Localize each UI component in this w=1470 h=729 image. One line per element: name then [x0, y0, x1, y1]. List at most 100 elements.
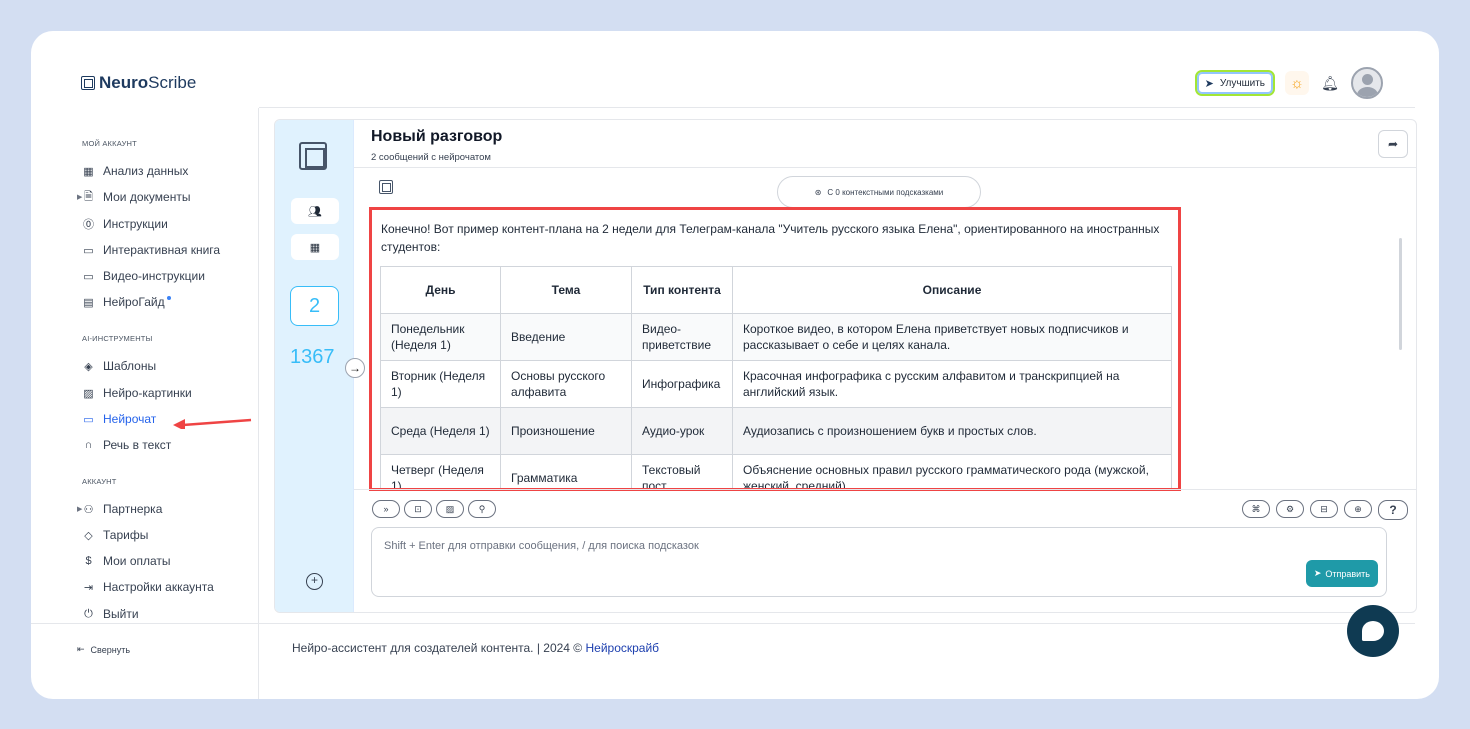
help-icon: ⓪ [83, 219, 94, 231]
grid-toggle-button[interactable]: ▦ [291, 234, 339, 260]
table-row: Вторник (Неделя 1) Основы русского алфав… [380, 360, 1172, 408]
sidebar-item-partner[interactable]: ▶ ⚇ Партнерка [77, 500, 163, 518]
context-hints-button[interactable]: ⊛ С 0 контекстными подсказками [777, 176, 981, 208]
bot-icon[interactable]: ⊕ [1344, 500, 1372, 518]
assistant-message-icon [379, 180, 393, 194]
sidebar-item-instructions[interactable]: ⓪ Инструкции [82, 215, 168, 233]
sidebar-item-video-instructions[interactable]: ▭ Видео-инструкции [82, 267, 205, 285]
table-cell: Введение [500, 313, 632, 361]
grid-icon: ▦ [309, 241, 321, 254]
sidebar-item-tariffs[interactable]: ◇ Тарифы [82, 526, 148, 544]
sidebar-item-label: Инструкции [103, 217, 168, 231]
upgrade-button[interactable]: ➤ Улучшить [1194, 70, 1275, 96]
sidebar-item-label: Настройки аккаунта [103, 580, 214, 594]
table-cell: Видео-приветствие [631, 313, 733, 361]
section-ai-tools: AI-ИНСТРУМЕНТЫ [82, 334, 153, 343]
composer-tools-left: » ⊡ ▨ ⚲ [372, 500, 496, 518]
collapse-sidebar-button[interactable]: ⇤ Свернуть [77, 644, 130, 655]
support-chat-button[interactable] [1347, 605, 1399, 657]
chat-scrollbar[interactable] [1399, 238, 1402, 350]
sidebar-item-label: Видео-инструкции [103, 269, 205, 283]
table-cell: Аудиозапись с произношением букв и прост… [732, 407, 1172, 455]
plugin-icon[interactable]: ⌘ [1242, 500, 1270, 518]
document-icon: 🗎︎ [84, 190, 93, 203]
header-divider [259, 107, 1415, 108]
footer: Нейро-ассистент для создателей контента.… [292, 641, 659, 655]
help-button[interactable]: ? [1378, 500, 1408, 520]
new-chat-plus-icon[interactable]: + [306, 573, 323, 590]
conversation-title: Новый разговор [371, 128, 503, 145]
sidebar-item-payments[interactable]: $ Мои оплаты [82, 552, 170, 570]
context-hint-label: С 0 контекстными подсказками [827, 187, 944, 197]
sidebar-item-neuro-images[interactable]: ▨ Нейро-картинки [82, 384, 191, 402]
video-icon: ▭ [83, 270, 94, 283]
chat-panel: 👥︎ ▦ 2 1367 + → Новый разговор 2 сообщен… [274, 119, 1417, 613]
table-header: Тип контента [631, 266, 733, 314]
dollar-icon: $ [85, 555, 92, 567]
logo-rest: Scribe [148, 73, 197, 92]
sidebar-item-label: Партнерка [103, 502, 163, 516]
users-icon: ⚇ [83, 503, 94, 516]
table-row: Четверг (Неделя 1) Грамматика Текстовый … [380, 454, 1172, 488]
chat-logo-icon [299, 142, 327, 170]
composer-tools-right: ⌘ ⚙ ⊟ ⊕ ? [1242, 500, 1408, 520]
grid-icon: ▦ [83, 165, 94, 178]
sidebar-item-documents[interactable]: ▶ 🗎︎ Мои документы [77, 188, 190, 206]
table-cell: Грамматика [500, 454, 632, 488]
template-icon[interactable]: ⊟ [1310, 500, 1338, 518]
send-button[interactable]: ➤ Отправить [1305, 560, 1378, 587]
table-cell: Аудио-урок [631, 407, 733, 455]
table-header: День [380, 266, 501, 314]
sidebar-item-logout[interactable]: ⏻ Выйти [82, 605, 139, 623]
expand-arrow-button[interactable]: → [345, 358, 365, 378]
table-cell: Инфографика [631, 360, 733, 408]
sidebar-item-neurochat[interactable]: ▭ Нейрочат [82, 410, 156, 428]
collapse-label: Свернуть [90, 644, 131, 655]
magic-wand-icon[interactable]: ⚲ [468, 500, 496, 518]
send-label: Отправить [1325, 568, 1370, 579]
message-intro: Конечно! Вот пример контент-плана на 2 н… [381, 222, 1160, 254]
table-cell: Понедельник (Неделя 1) [380, 313, 501, 361]
new-badge-dot [166, 296, 171, 300]
share-icon: ➦ [1387, 137, 1399, 151]
power-icon: ⏻ [84, 607, 93, 620]
sidebar-item-templates[interactable]: ◈ Шаблоны [82, 357, 156, 375]
collapse-icon: ⇤ [77, 644, 85, 654]
sidebar-item-account-settings[interactable]: ⇥ Настройки аккаунта [82, 578, 214, 596]
footer-link[interactable]: Нейроскрайб [585, 641, 659, 655]
settings-gear-icon[interactable]: ⚙ [1276, 500, 1304, 518]
users-icon: 👥︎ [308, 205, 322, 218]
sidebar-item-interactive-book[interactable]: ▭ Интерактивная книга [82, 241, 220, 259]
guide-icon: ▤ [83, 296, 94, 309]
collapse-chevrons-icon[interactable]: » [372, 500, 400, 518]
layers-icon: ◈ [84, 360, 93, 373]
bell-icon[interactable]: 🔔︎ [1319, 72, 1341, 94]
logo-icon [81, 76, 95, 90]
users-toggle-button[interactable]: 👥︎ [291, 198, 339, 224]
table-cell: Вторник (Неделя 1) [380, 360, 501, 408]
headphones-icon: ∩ [84, 439, 93, 451]
sidebar-item-data-analysis[interactable]: ▦ Анализ данных [82, 162, 188, 180]
table-header: Описание [732, 266, 1172, 314]
sidebar-item-label: Анализ данных [103, 164, 189, 178]
image-icon: ▨ [83, 387, 94, 400]
table-cell: Текстовый пост [631, 454, 733, 488]
logo[interactable]: Neuro Scribe [81, 73, 196, 93]
avatar[interactable] [1351, 67, 1383, 99]
sidebar-item-speech-to-text[interactable]: ∩ Речь в текст [82, 436, 172, 454]
context-icon: ⊛ [814, 187, 822, 197]
table-cell: Среда (Неделя 1) [380, 407, 501, 455]
message-input[interactable]: Shift + Enter для отправки сообщения, / … [371, 527, 1387, 597]
table-header-row: День Тема Тип контента Описание [380, 266, 1172, 314]
rocket-icon: ➤ [1204, 77, 1214, 90]
table-row: Понедельник (Неделя 1) Введение Видео-пр… [380, 313, 1172, 361]
conversation-subtitle: 2 сообщений с нейрочатом [371, 152, 491, 163]
sidebar-item-neuroguide[interactable]: ▤ НейроГайд [82, 293, 171, 311]
share-button[interactable]: ➦ [1378, 130, 1408, 158]
theme-toggle-sun-icon[interactable]: ☼ [1285, 71, 1309, 95]
sidebar-divider [31, 623, 259, 624]
sidebar-item-label: Выйти [103, 607, 139, 621]
chat-icon: ▭ [83, 413, 94, 426]
image-upload-icon[interactable]: ▨ [436, 500, 464, 518]
save-icon[interactable]: ⊡ [404, 500, 432, 518]
